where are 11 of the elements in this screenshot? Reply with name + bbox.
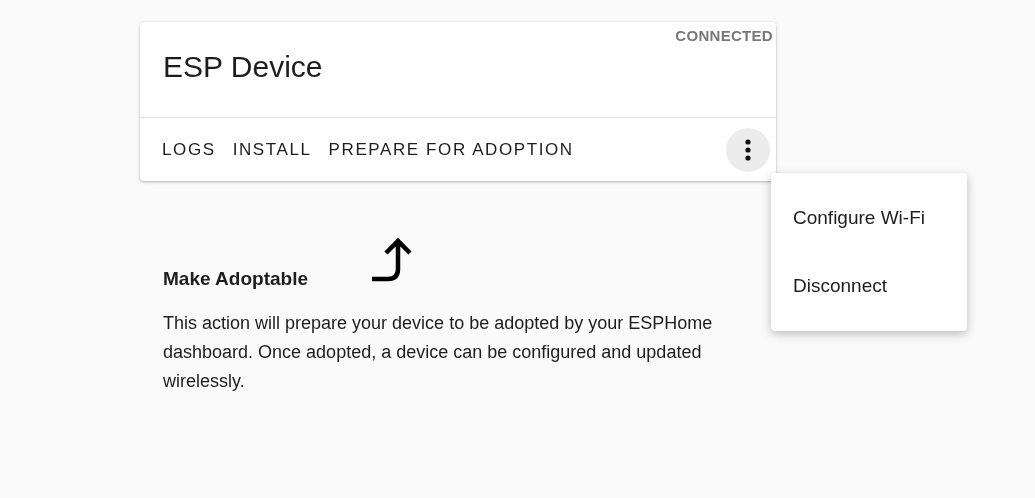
status-label: CONNECTED xyxy=(675,26,773,46)
menu-item[interactable]: Disconnect xyxy=(771,252,967,320)
action-button[interactable]: INSTALL xyxy=(224,130,320,169)
action-button[interactable]: PREPARE FOR ADOPTION xyxy=(320,130,582,169)
action-button[interactable]: LOGS xyxy=(154,130,224,169)
card-title: ESP Device xyxy=(163,50,323,83)
section-description: This action will prepare your device to be adopted by your ESPHome dashboard. Once adopted, a device can be configured and updated wirelessly. xyxy=(163,312,714,393)
more-vertical-icon xyxy=(745,138,751,161)
menu-item[interactable]: Configure Wi-Fi xyxy=(771,184,967,252)
section-heading: Make Adoptable xyxy=(163,267,308,291)
more-menu-button[interactable] xyxy=(726,127,770,172)
